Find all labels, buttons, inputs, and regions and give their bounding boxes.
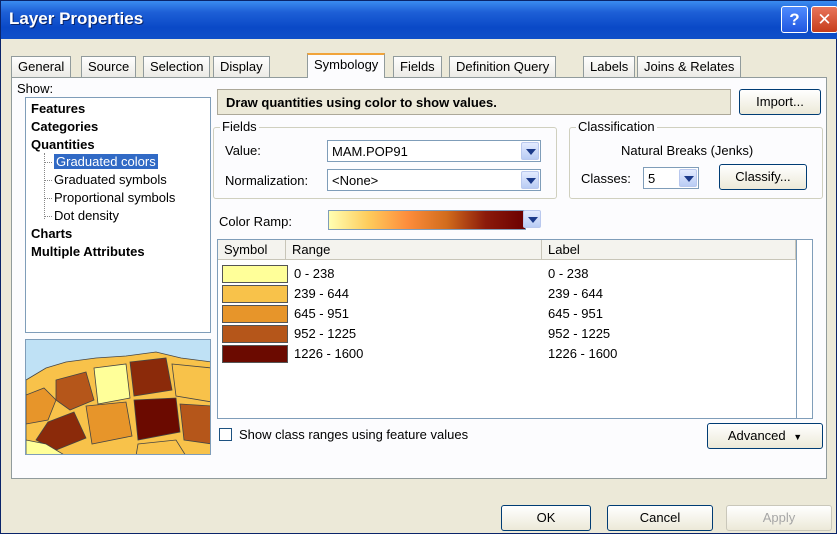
africa-map-icon: [26, 351, 210, 454]
tree-item-multiple-attributes[interactable]: Multiple Attributes: [31, 244, 145, 259]
table-scrollbar[interactable]: [797, 239, 813, 419]
table-row[interactable]: 952 - 1225 952 - 1225: [218, 324, 796, 344]
tab-definition-query[interactable]: Definition Query: [449, 56, 557, 77]
classification-method: Natural Breaks (Jenks): [621, 143, 754, 158]
title-bar: Layer Properties ? ✕: [1, 1, 837, 39]
value-selected: MAM.POP91: [332, 144, 408, 159]
tree-item-features[interactable]: Features: [31, 101, 85, 116]
symbol-swatch[interactable]: [222, 305, 288, 323]
chevron-down-icon[interactable]: [521, 142, 539, 160]
range-cell: 952 - 1225: [294, 326, 357, 341]
symbol-swatch[interactable]: [222, 325, 288, 343]
normalization-label: Normalization:: [225, 173, 309, 188]
tab-symbology[interactable]: Symbology: [307, 53, 386, 78]
cancel-button[interactable]: Cancel: [607, 505, 713, 531]
classes-label: Classes:: [581, 171, 631, 186]
column-header-symbol[interactable]: Symbol: [218, 240, 286, 260]
close-button[interactable]: ✕: [811, 6, 837, 33]
advanced-label: Advanced: [727, 428, 786, 443]
range-cell: 645 - 951: [294, 306, 349, 321]
chevron-down-icon[interactable]: [679, 169, 697, 187]
show-label: Show:: [17, 81, 54, 96]
tab-general[interactable]: General: [11, 56, 72, 77]
tab-joins-relates[interactable]: Joins & Relates: [637, 56, 742, 77]
tree-item-proportional-symbols[interactable]: Proportional symbols: [54, 190, 175, 205]
chevron-down-icon: ▼: [793, 432, 803, 442]
tree-item-dot-density[interactable]: Dot density: [54, 208, 119, 223]
label-cell: 1226 - 1600: [548, 346, 618, 361]
symbol-swatch[interactable]: [222, 285, 288, 303]
show-class-ranges-checkbox[interactable]: [219, 428, 232, 441]
tab-display[interactable]: Display: [213, 56, 270, 77]
classes-selected: 5: [648, 171, 656, 186]
table-row[interactable]: 239 - 644 239 - 644: [218, 284, 796, 304]
tree-item-charts[interactable]: Charts: [31, 226, 72, 241]
range-cell: 1226 - 1600: [294, 346, 364, 361]
advanced-button[interactable]: Advanced ▼: [707, 423, 823, 449]
value-label: Value:: [225, 143, 261, 158]
tab-source[interactable]: Source: [81, 56, 137, 77]
table-row[interactable]: 645 - 951 645 - 951: [218, 304, 796, 324]
layer-properties-dialog: Layer Properties ? ✕ General Source Sele…: [0, 0, 837, 534]
tab-labels[interactable]: Labels: [583, 56, 636, 77]
column-header-range[interactable]: Range: [286, 240, 542, 260]
tab-strip: General Source Selection Display Symbolo…: [11, 53, 831, 78]
fields-group-title: Fields: [220, 119, 259, 134]
label-cell: 0 - 238: [548, 266, 589, 281]
symbol-swatch[interactable]: [222, 345, 288, 363]
tree-item-quantities[interactable]: Quantities: [31, 137, 95, 152]
import-button[interactable]: Import...: [739, 89, 821, 115]
show-tree[interactable]: Features Categories Quantities Graduated…: [25, 97, 211, 333]
classify-button[interactable]: Classify...: [719, 164, 807, 190]
table-row[interactable]: 1226 - 1600 1226 - 1600: [218, 344, 796, 364]
classification-group-title: Classification: [576, 119, 657, 134]
tree-connector: [44, 198, 52, 199]
label-cell: 239 - 644: [548, 286, 603, 301]
label-cell: 645 - 951: [548, 306, 603, 321]
classes-dropdown[interactable]: 5: [643, 167, 699, 189]
range-cell: 0 - 238: [294, 266, 335, 281]
description-bar: Draw quantities using color to show valu…: [217, 89, 731, 115]
tree-connector: [44, 216, 52, 217]
window-title: Layer Properties: [9, 9, 144, 28]
label-cell: 952 - 1225: [548, 326, 611, 341]
table-row[interactable]: 0 - 238 0 - 238: [218, 264, 796, 284]
range-cell: 239 - 644: [294, 286, 349, 301]
chevron-down-icon[interactable]: [523, 210, 541, 228]
tree-item-graduated-colors[interactable]: Graduated colors: [54, 154, 158, 169]
tree-item-graduated-symbols[interactable]: Graduated symbols: [54, 172, 167, 187]
tree-connector: [44, 162, 52, 163]
apply-button[interactable]: Apply: [726, 505, 832, 531]
chevron-down-icon[interactable]: [521, 171, 539, 189]
tree-connector: [44, 180, 52, 181]
value-dropdown[interactable]: MAM.POP91: [327, 140, 541, 162]
tab-selection[interactable]: Selection: [143, 56, 211, 77]
tab-fields[interactable]: Fields: [393, 56, 442, 77]
color-ramp-label: Color Ramp:: [219, 214, 292, 229]
table-header: Symbol Range Label: [218, 240, 796, 260]
ok-button[interactable]: OK: [501, 505, 591, 531]
tree-item-categories[interactable]: Categories: [31, 119, 98, 134]
help-button[interactable]: ?: [781, 6, 808, 33]
show-class-ranges-label: Show class ranges using feature values: [239, 427, 469, 442]
class-table[interactable]: Symbol Range Label 0 - 238 0 - 238 239 -…: [217, 239, 797, 419]
column-header-label[interactable]: Label: [542, 240, 796, 260]
color-ramp-dropdown[interactable]: [520, 209, 542, 231]
symbol-swatch[interactable]: [222, 265, 288, 283]
color-ramp-swatch[interactable]: [328, 210, 526, 230]
symbology-description: Draw quantities using color to show valu…: [226, 95, 497, 110]
normalization-dropdown[interactable]: <None>: [327, 169, 541, 191]
map-preview-image: [25, 339, 211, 455]
normalization-selected: <None>: [332, 173, 379, 188]
